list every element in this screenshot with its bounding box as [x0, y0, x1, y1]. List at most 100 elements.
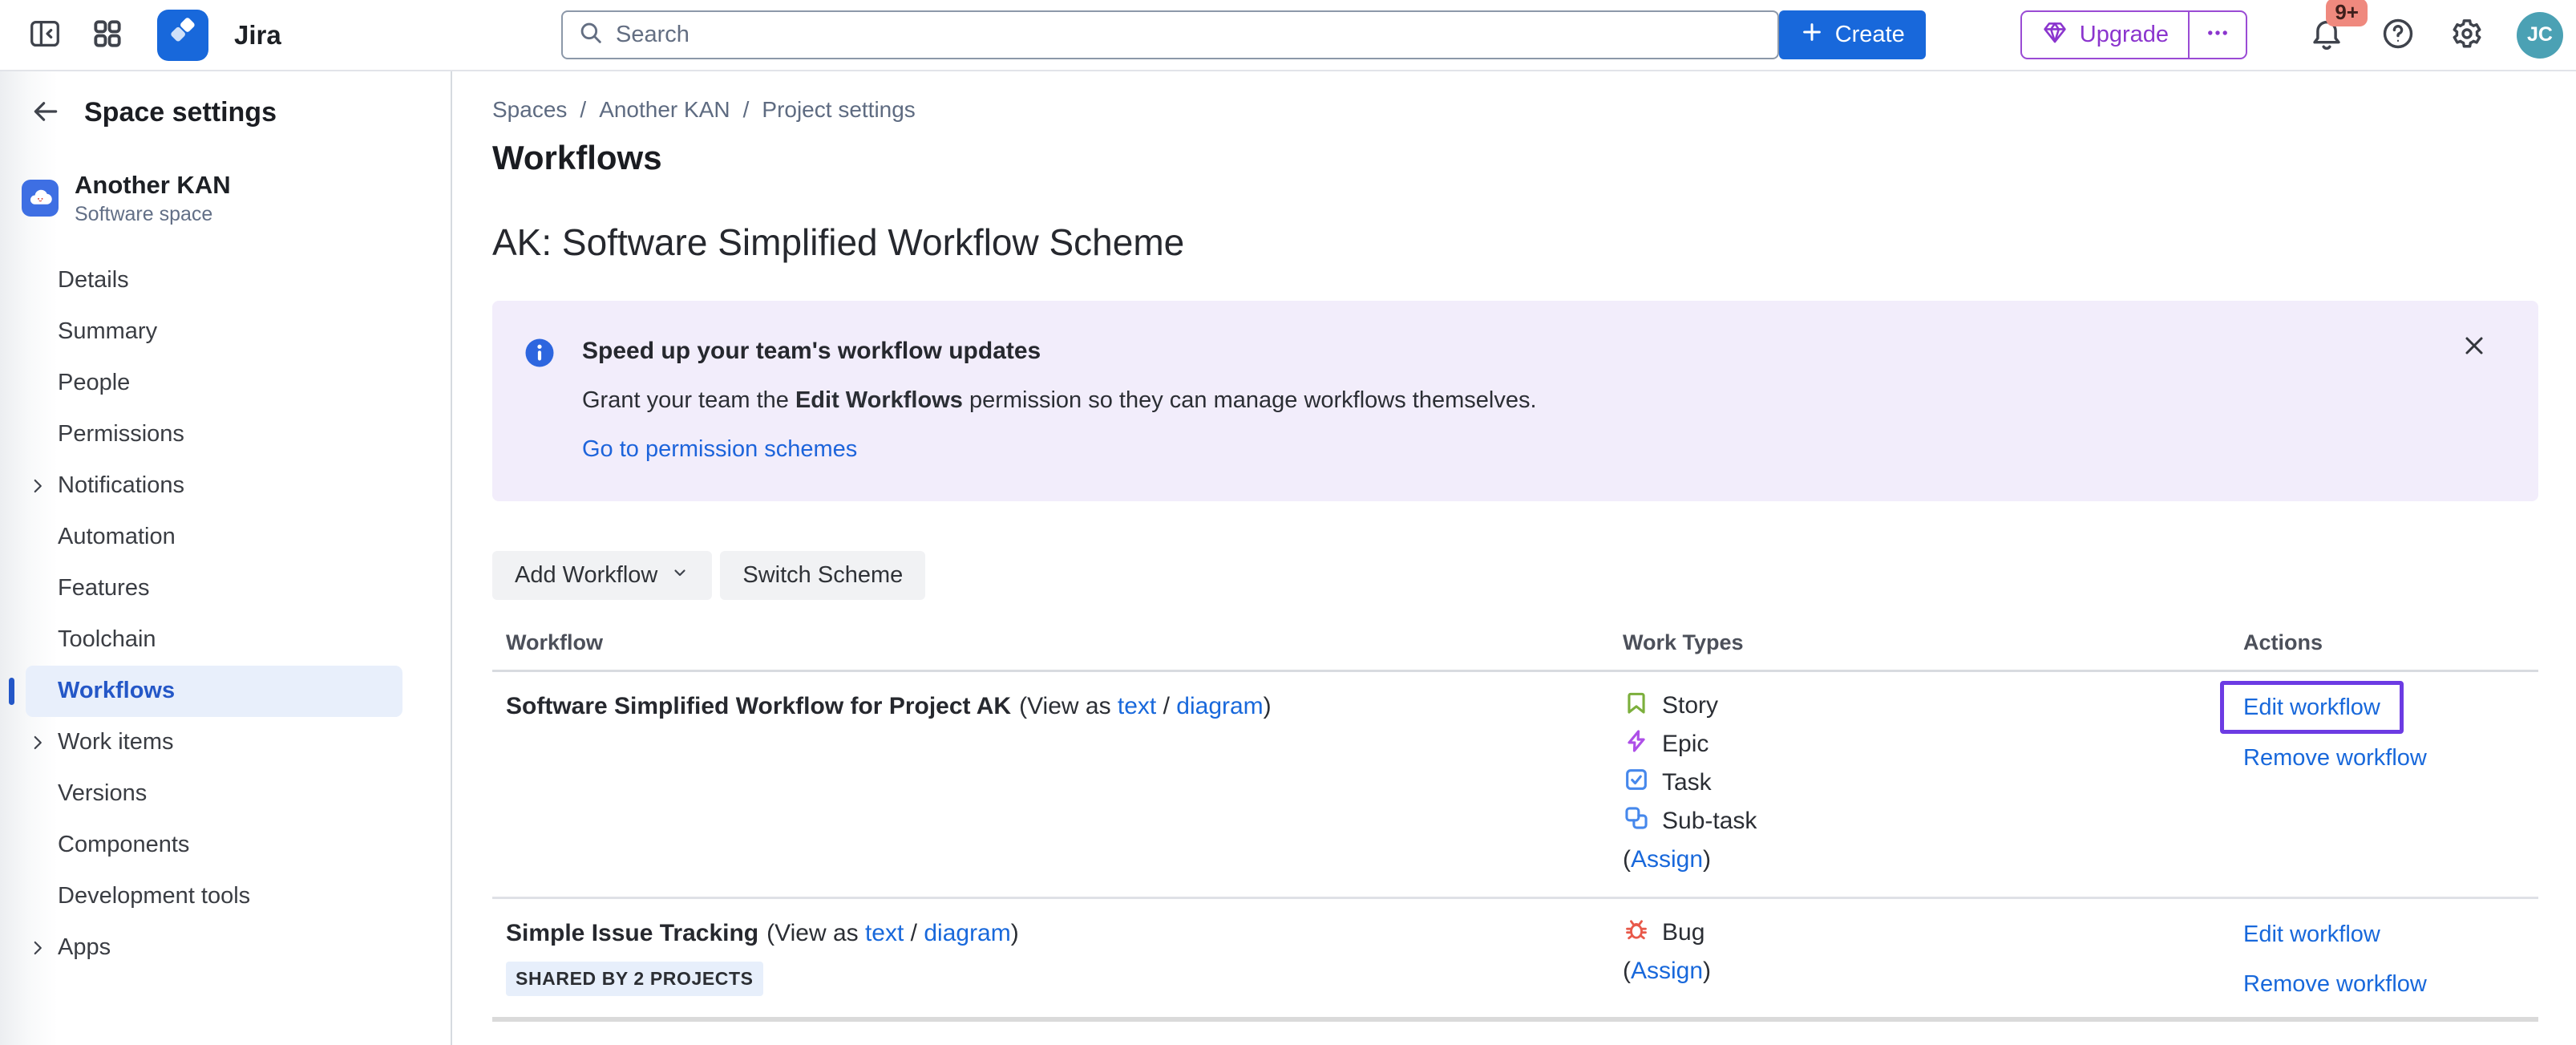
- plus-icon: [1800, 20, 1824, 51]
- search-input[interactable]: [616, 22, 1763, 48]
- banner-body-bold: Edit Workflows: [795, 387, 963, 413]
- chevron-down-icon: [670, 562, 689, 589]
- table-row-workflow-cell: Software Simplified Workflow for Project…: [492, 672, 1609, 899]
- workflow-name: Software Simplified Workflow for Project…: [506, 693, 1011, 720]
- remove-workflow-link[interactable]: Remove workflow: [2243, 743, 2538, 772]
- user-avatar[interactable]: JC: [2517, 12, 2563, 59]
- breadcrumb-project-settings[interactable]: Project settings: [762, 97, 915, 123]
- assign-link[interactable]: Assign: [1631, 958, 1703, 985]
- sidebar-item-development-tools[interactable]: Development tools: [26, 871, 402, 922]
- space-type: Software space: [75, 203, 231, 226]
- global-search[interactable]: [561, 10, 1779, 59]
- create-button[interactable]: Create: [1779, 10, 1926, 59]
- annotation-highlight: Edit workflow: [2220, 681, 2404, 734]
- paren: (: [1623, 846, 1631, 873]
- sidebar-item-label: Versions: [58, 780, 147, 807]
- upgrade-button[interactable]: Upgrade: [2022, 12, 2188, 58]
- view-as-diagram-link[interactable]: diagram: [1176, 693, 1263, 719]
- shared-projects-badge: SHARED BY 2 PROJECTS: [506, 962, 763, 996]
- work-type-item: Story: [1623, 687, 2230, 725]
- sidebar-item-workflows[interactable]: Workflows: [26, 666, 402, 717]
- info-icon: [523, 336, 556, 463]
- notifications-button[interactable]: 9+: [2308, 14, 2345, 55]
- jira-logo[interactable]: [157, 10, 208, 61]
- view-as-diagram-link[interactable]: diagram: [924, 920, 1010, 946]
- help-button[interactable]: [2377, 14, 2419, 56]
- sidebar-item-label: Components: [58, 832, 189, 858]
- banner-close-button[interactable]: [2460, 331, 2489, 363]
- sidebar-item-label: Automation: [58, 524, 176, 550]
- work-type-label: Bug: [1662, 919, 1705, 946]
- settings-button[interactable]: [2446, 14, 2488, 56]
- create-button-label: Create: [1835, 22, 1905, 48]
- space-avatar: [22, 180, 59, 217]
- work-type-item: Task: [1623, 763, 2230, 802]
- breadcrumb-space[interactable]: Another KAN: [599, 97, 730, 123]
- view-as: (View as text / diagram): [766, 920, 1019, 947]
- help-icon: [2380, 15, 2416, 55]
- sidebar-item-permissions[interactable]: Permissions: [26, 409, 402, 460]
- breadcrumb-separator: /: [580, 97, 586, 123]
- edit-workflow-link[interactable]: Edit workflow: [2243, 693, 2380, 722]
- sidebar-item-work-items[interactable]: Work items: [26, 717, 402, 768]
- sidebar-item-notifications[interactable]: Notifications: [26, 460, 402, 512]
- permission-schemes-link[interactable]: Go to permission schemes: [582, 436, 857, 463]
- collapse-sidebar-button[interactable]: [19, 10, 71, 61]
- sidebar-item-people[interactable]: People: [26, 358, 402, 409]
- remove-workflow-link[interactable]: Remove workflow: [2243, 970, 2538, 998]
- table-row-actions-cell: Edit workflow Remove workflow: [2230, 899, 2538, 1022]
- workflow-name: Simple Issue Tracking: [506, 920, 758, 947]
- sidebar-item-toolchain[interactable]: Toolchain: [26, 614, 402, 666]
- sidebar-item-label: Summary: [58, 318, 157, 345]
- more-options-icon: [2204, 19, 2231, 51]
- breadcrumb: Spaces / Another KAN / Project settings: [492, 97, 2576, 123]
- upgrade-more-options-button[interactable]: [2188, 12, 2246, 58]
- back-button[interactable]: [28, 95, 63, 130]
- column-header-workflow: Workflow: [492, 630, 1609, 672]
- work-type-label: Task: [1662, 769, 1712, 796]
- sidebar-item-versions[interactable]: Versions: [26, 768, 402, 820]
- notifications-bell-icon: [2308, 41, 2345, 55]
- view-as: (View as text / diagram): [1019, 693, 1272, 720]
- view-as-text: ): [1011, 920, 1019, 946]
- task-icon: [1623, 766, 1650, 800]
- sidebar-item-details[interactable]: Details: [26, 255, 402, 306]
- assign-line: (Assign): [1623, 840, 2230, 879]
- sidebar-item-features[interactable]: Features: [26, 563, 402, 614]
- banner-body: Grant your team the Edit Workflows permi…: [582, 387, 1537, 414]
- switch-scheme-label: Switch Scheme: [742, 562, 903, 589]
- view-as-text: /: [1156, 693, 1176, 719]
- sidebar-nav: Details Summary People Permissions Notif…: [0, 255, 451, 974]
- column-header-actions: Actions: [2230, 630, 2538, 672]
- switch-scheme-button[interactable]: Switch Scheme: [720, 551, 925, 600]
- upgrade-button-group: Upgrade: [2020, 10, 2247, 59]
- subtask-icon: [1623, 804, 1650, 838]
- search-icon: [577, 19, 605, 51]
- breadcrumb-spaces[interactable]: Spaces: [492, 97, 567, 123]
- edit-workflow-link[interactable]: Edit workflow: [2243, 920, 2538, 949]
- table-row-work-types-cell: Story Epic: [1609, 672, 2230, 899]
- bug-icon: [1623, 916, 1650, 950]
- sidebar-item-components[interactable]: Components: [26, 820, 402, 871]
- app-switcher-button[interactable]: [82, 10, 133, 61]
- main-content: Spaces / Another KAN / Project settings …: [452, 71, 2576, 1045]
- assign-link[interactable]: Assign: [1631, 846, 1703, 873]
- work-type-item: Sub-task: [1623, 802, 2230, 840]
- sidebar-item-label: Details: [58, 267, 129, 294]
- column-header-work-types: Work Types: [1609, 630, 2230, 672]
- sidebar-item-label: Features: [58, 575, 149, 601]
- add-workflow-label: Add Workflow: [515, 562, 657, 589]
- epic-icon: [1623, 727, 1650, 761]
- banner-title: Speed up your team's workflow updates: [582, 338, 1537, 365]
- sidebar-item-apps[interactable]: Apps: [26, 922, 402, 974]
- chevron-right-icon: [27, 476, 48, 496]
- paren: ): [1703, 958, 1711, 985]
- back-arrow-icon: [30, 96, 61, 129]
- add-workflow-button[interactable]: Add Workflow: [492, 551, 712, 600]
- sidebar-item-summary[interactable]: Summary: [26, 306, 402, 358]
- paren: ): [1703, 846, 1711, 873]
- sidebar-item-automation[interactable]: Automation: [26, 512, 402, 563]
- view-as-text-link[interactable]: text: [1118, 693, 1156, 719]
- breadcrumb-separator: /: [743, 97, 750, 123]
- view-as-text-link[interactable]: text: [865, 920, 904, 946]
